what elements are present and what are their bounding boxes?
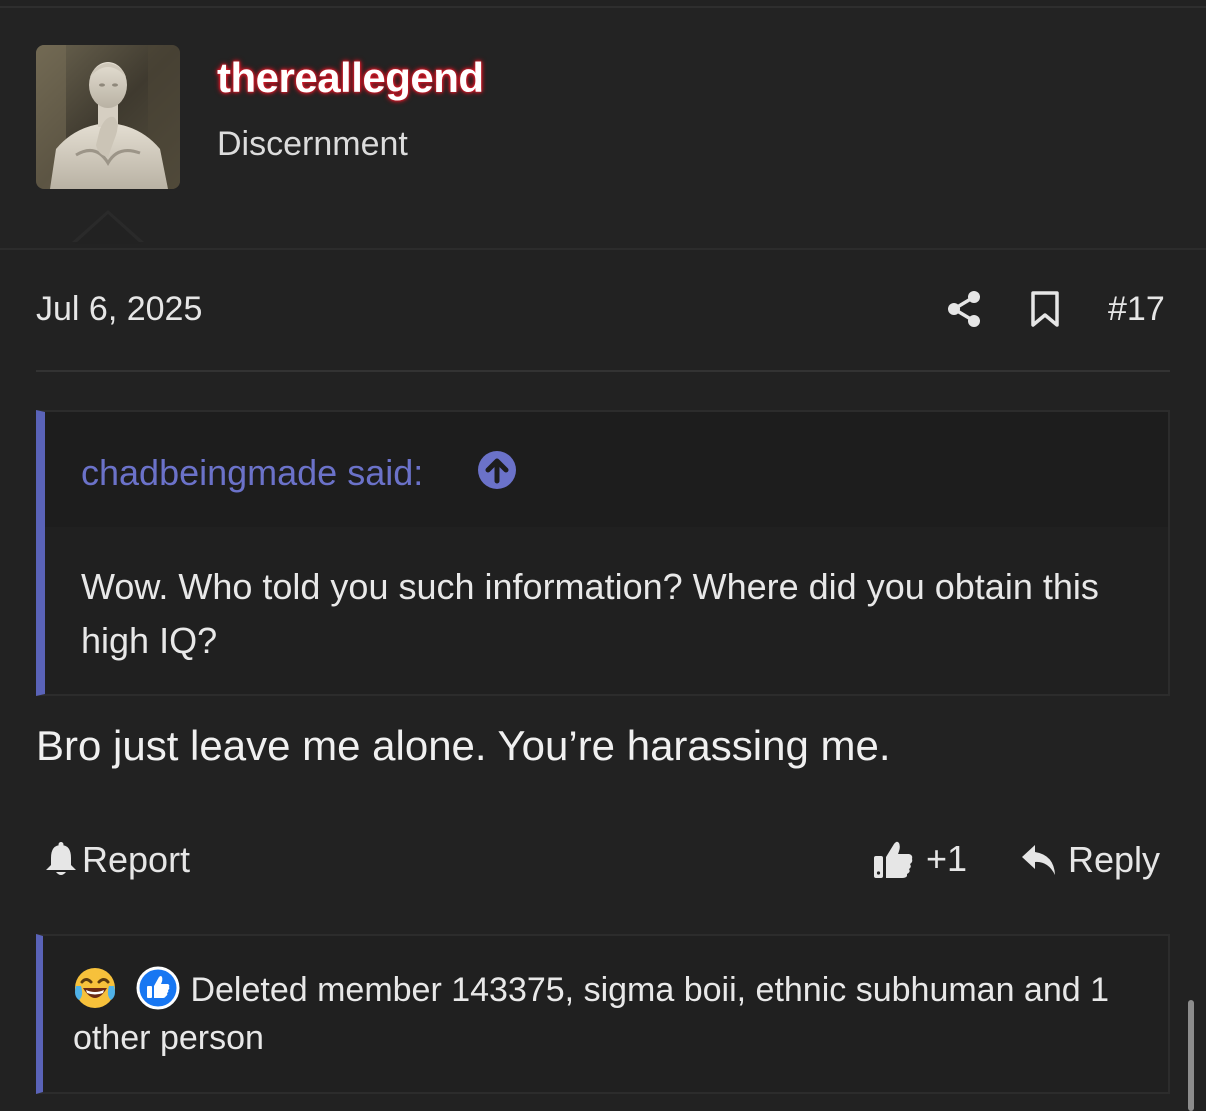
like-button[interactable]: +1 [872,836,967,882]
reply-label: Reply [1068,839,1161,880]
post-page: thereallegend Discernment Jul 6, 2025 #1… [0,0,1206,1111]
user-header: thereallegend Discernment [0,8,1206,250]
report-label: Report [82,839,191,880]
share-icon[interactable] [946,290,982,328]
laughing-crying-emoji-icon [75,968,115,1008]
reply-button[interactable]: Reply [1020,838,1160,882]
username-link[interactable]: thereallegend [217,54,484,102]
avatar[interactable] [36,45,180,189]
user-title: Discernment [217,125,408,163]
avatar-image [36,45,180,189]
like-count: +1 [926,838,968,879]
report-button[interactable]: Report [44,838,190,882]
post-message: Bro just leave me alone. You’re harassin… [36,722,891,769]
meta-divider [36,370,1170,372]
arrow-up-circle-icon[interactable] [477,450,517,490]
header-pointer-inner [75,214,141,244]
bell-icon [46,842,76,875]
reply-arrow-icon [1022,845,1055,875]
like-reaction-icon [136,966,180,1010]
quote-block: chadbeingmade said: Wow. Who told you su… [36,410,1170,696]
reactions-text: Deleted member 143375, sigma boii, ethni… [73,971,1110,1057]
scrollbar-thumb[interactable] [1188,1000,1194,1111]
reactions-summary[interactable]: Deleted member 143375, sigma boii, ethni… [73,966,1133,1062]
quote-author-link[interactable]: chadbeingmade said: [81,452,423,494]
post-date[interactable]: Jul 6, 2025 [36,290,202,329]
quote-header: chadbeingmade said: [45,412,1168,527]
quote-body: Wow. Who told you such information? Wher… [81,566,1099,661]
thumbs-up-icon [874,841,913,878]
reactions-bar[interactable]: Deleted member 143375, sigma boii, ethni… [36,934,1170,1094]
bookmark-icon[interactable] [1030,290,1060,328]
post-number-link[interactable]: #17 [1108,290,1165,329]
